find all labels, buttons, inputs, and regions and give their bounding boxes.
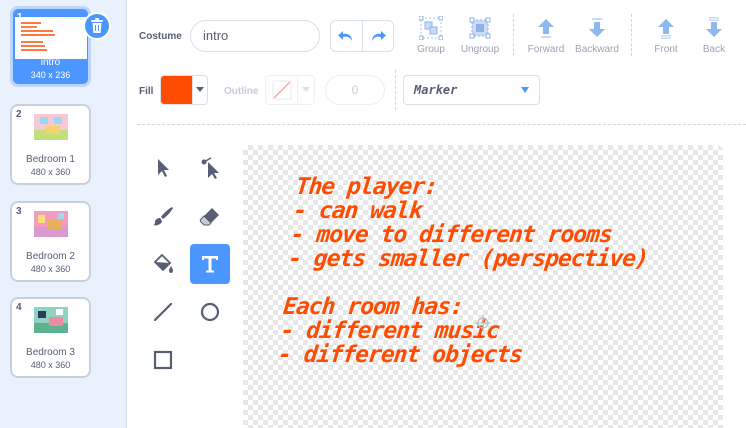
line-tool[interactable] — [143, 292, 183, 332]
front-label: Front — [654, 44, 678, 55]
costume-thumbnail — [14, 17, 87, 59]
costume-name: Bedroom 3 — [26, 347, 75, 358]
rectangle-icon — [153, 350, 173, 370]
font-name: Marker — [414, 83, 458, 97]
costume-size: 480 x 360 — [30, 264, 71, 274]
outline-color-picker[interactable] — [265, 75, 315, 105]
select-tool[interactable] — [143, 148, 183, 188]
delete-costume-button[interactable] — [83, 12, 111, 40]
costume-name-input[interactable]: intro — [190, 20, 320, 52]
costume-number: 4 — [16, 302, 22, 313]
canvas-text-line: - can walk — [291, 198, 424, 224]
costume-list: 1 intro 340 x 236 — [0, 0, 127, 428]
forward-button[interactable]: Forward — [518, 16, 574, 58]
toolbar-divider — [631, 14, 632, 56]
canvas-text-line: - move to different rooms — [289, 222, 614, 248]
ungroup-button[interactable]: Ungroup — [452, 16, 508, 58]
costume-thumbnail — [33, 114, 68, 140]
redo-button[interactable] — [363, 21, 394, 51]
canvas-text-line: - different music — [279, 318, 501, 344]
canvas-text-line: - different objects — [276, 342, 524, 368]
eraser-icon — [199, 208, 219, 226]
ungroup-icon — [469, 17, 491, 39]
reshape-tool[interactable] — [190, 148, 230, 188]
costume-number: 2 — [16, 109, 22, 120]
text-tool[interactable] — [190, 244, 230, 284]
backward-label: Backward — [575, 44, 619, 55]
costume-thumbnail — [33, 307, 68, 333]
costume-thumbnail — [33, 211, 68, 237]
outline-width-input[interactable]: 0 — [325, 75, 385, 105]
circle-icon — [200, 302, 220, 322]
canvas-text-line — [284, 271, 646, 295]
costume-size: 480 x 360 — [30, 360, 71, 370]
chevron-down-icon — [196, 87, 204, 92]
canvas-text-line: - gets smaller (perspective) — [286, 246, 650, 272]
line-icon — [153, 302, 173, 322]
toolbar-divider — [137, 124, 746, 125]
forward-label: Forward — [527, 44, 565, 55]
no-color-icon — [272, 80, 291, 100]
paint-bucket-icon — [153, 253, 173, 273]
arrow-down-icon — [589, 18, 605, 37]
reshape-icon — [201, 157, 219, 179]
canvas-text-line: The player: — [294, 174, 439, 200]
send-to-back-icon — [706, 17, 722, 37]
costume-name: Bedroom 1 — [26, 154, 75, 165]
costume-tile-bedroom-1[interactable]: 2 Bedroom 1 480 x 360 — [10, 104, 91, 185]
costume-size: 340 x 236 — [30, 70, 71, 80]
brush-tool[interactable] — [143, 196, 183, 236]
undo-icon — [338, 31, 353, 41]
chevron-down-icon — [302, 87, 310, 92]
brush-icon — [153, 207, 173, 226]
fill-tool[interactable] — [143, 244, 183, 284]
costume-tile-bedroom-2[interactable]: 3 Bedroom 2 480 x 360 — [10, 201, 91, 282]
costume-number: 3 — [16, 206, 22, 217]
rectangle-tool[interactable] — [143, 340, 183, 380]
back-label: Back — [702, 44, 726, 55]
back-button[interactable]: Back — [686, 16, 742, 58]
toolbar-divider — [513, 14, 514, 56]
costume-name: intro — [40, 57, 61, 68]
arrow-up-icon — [538, 19, 554, 38]
costume-size: 480 x 360 — [30, 167, 71, 177]
group-label: Group — [417, 44, 445, 55]
canvas-text-block[interactable]: The player: - can walk - move to differe… — [276, 174, 657, 368]
eraser-tool[interactable] — [190, 196, 230, 236]
fill-label: Fill — [139, 86, 154, 97]
undo-redo-group — [330, 20, 394, 52]
costume-tile-bedroom-3[interactable]: 4 Bedroom 3 480 x 360 — [10, 297, 91, 378]
fill-color-picker[interactable] — [160, 75, 208, 105]
costume-name: Bedroom 2 — [26, 251, 75, 262]
caret-down-icon — [521, 87, 529, 93]
group-button[interactable]: Group — [403, 16, 459, 58]
fill-color-swatch — [161, 76, 193, 104]
trash-icon — [91, 18, 103, 33]
canvas-text-line: Each room has: — [281, 294, 465, 320]
crosshair-icon — [475, 315, 491, 331]
paint-editor: 1 intro 340 x 236 — [0, 0, 746, 428]
font-dropdown[interactable]: Marker — [403, 75, 540, 105]
costume-tile-intro[interactable]: 1 intro 340 x 236 — [10, 6, 111, 87]
ungroup-label: Ungroup — [460, 44, 500, 55]
redo-icon — [371, 31, 386, 41]
drawing-canvas[interactable]: The player: - can walk - move to differe… — [243, 145, 723, 428]
text-icon — [202, 256, 218, 273]
undo-button[interactable] — [331, 21, 363, 51]
backward-button[interactable]: Backward — [569, 16, 625, 58]
toolbar-divider — [395, 70, 396, 110]
outline-label: Outline — [224, 86, 259, 97]
circle-tool[interactable] — [190, 292, 230, 332]
bring-to-front-icon — [658, 19, 674, 39]
group-icon — [419, 16, 443, 40]
arrow-cursor-icon — [158, 159, 169, 177]
costume-label: Costume — [139, 31, 182, 42]
